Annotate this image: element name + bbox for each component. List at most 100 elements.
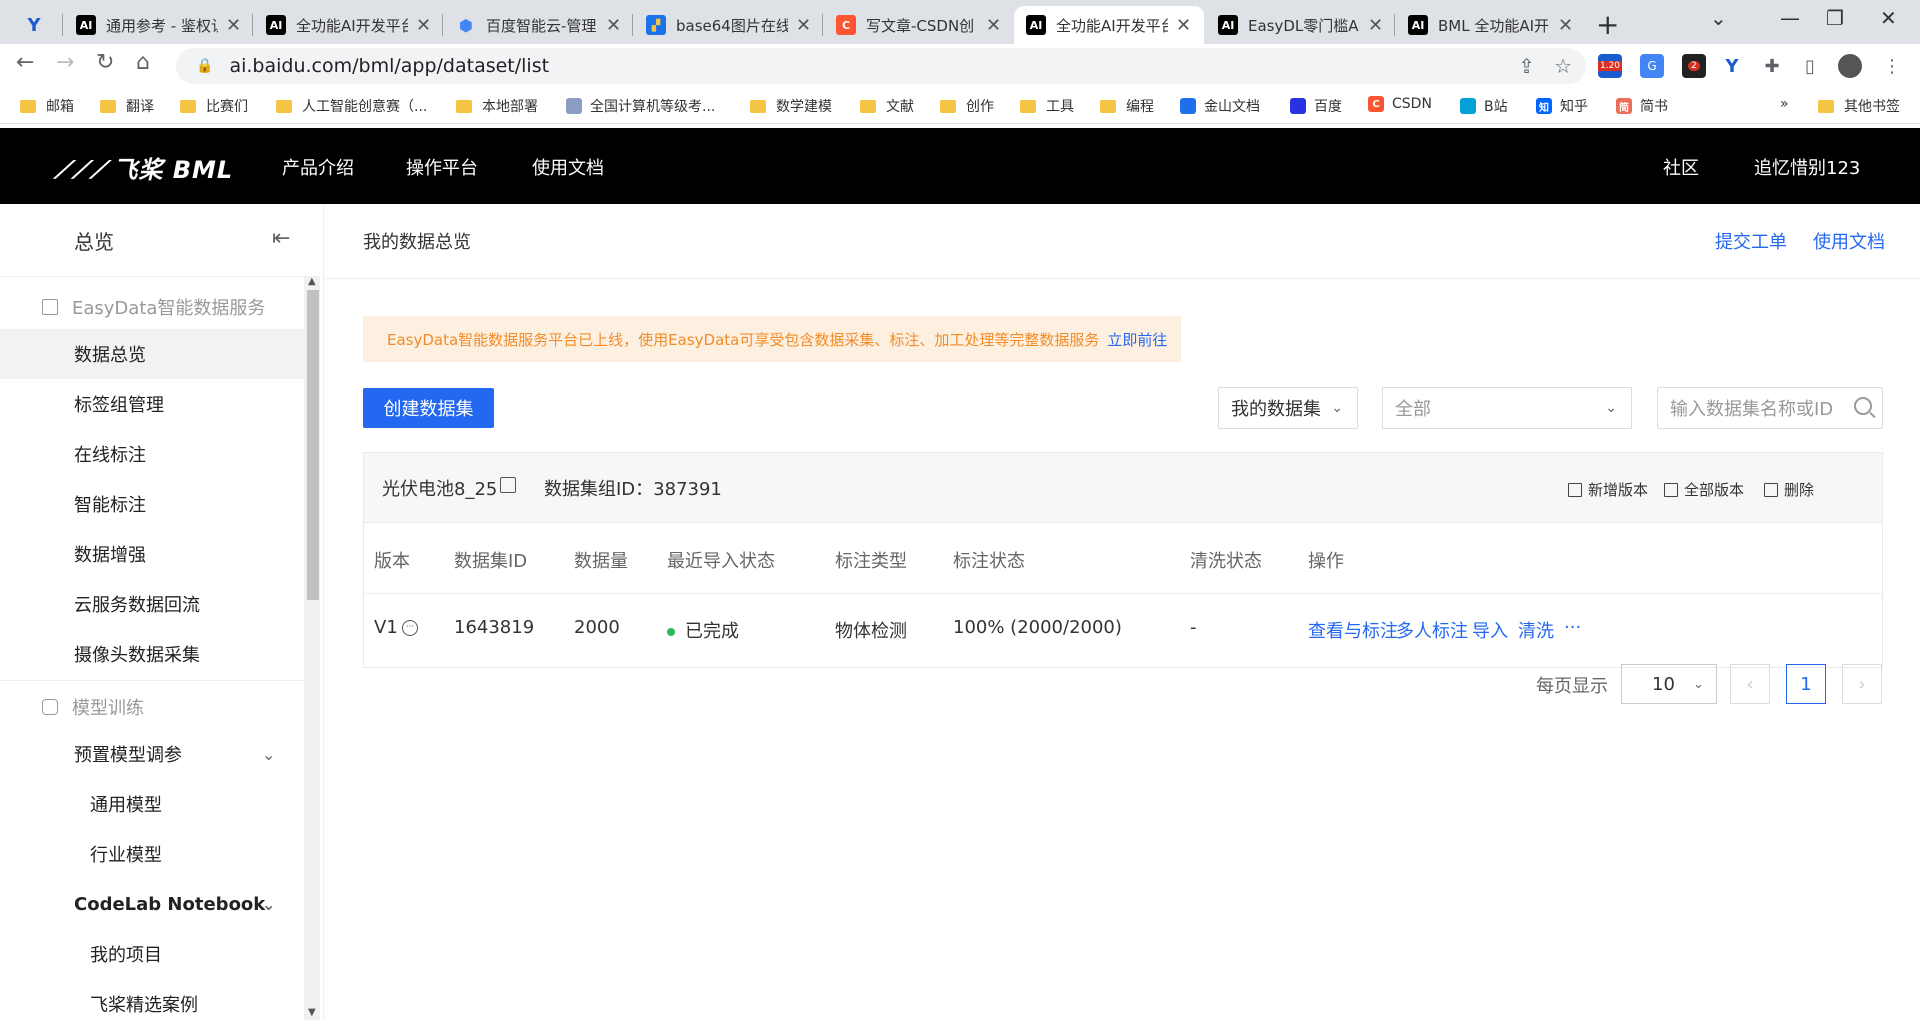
extension-y-icon[interactable]: Y [1720, 54, 1744, 78]
nav-product-intro[interactable]: 产品介绍 [282, 154, 354, 180]
scroll-up-icon[interactable]: ▲ [308, 276, 316, 287]
sidebar-item-data-augmentation[interactable]: 数据增强 [0, 529, 304, 579]
more-circle-icon[interactable]: ··· [401, 620, 418, 636]
import-link[interactable]: 导入 [1472, 617, 1508, 643]
bookmark-folder[interactable]: 工具 [1020, 96, 1074, 116]
browser-tab[interactable]: ⬢ 百度智能云-管理 ✕ [444, 6, 633, 44]
bookmark-folder[interactable]: 数学建模 [750, 96, 832, 116]
other-bookmarks[interactable]: 其他书签 [1818, 96, 1900, 116]
bookmark-folder[interactable]: 文献 [860, 96, 914, 116]
per-page-select[interactable]: 10 ⌄ [1621, 664, 1717, 704]
bookmark-folder[interactable]: 创作 [940, 96, 994, 116]
browser-tab-active[interactable]: AI 全功能AI开发平台 ✕ [1014, 6, 1204, 44]
sidebar-item-camera-collection[interactable]: 摄像头数据采集 [0, 629, 304, 679]
submit-ticket-link[interactable]: 提交工单 [1715, 228, 1787, 254]
browser-tab[interactable]: AI EasyDL零门槛AI ✕ [1206, 6, 1395, 44]
tab-close-icon[interactable]: ✕ [796, 15, 811, 36]
puzzle-icon[interactable]: ✚ [1760, 54, 1784, 78]
tab-close-icon[interactable]: ✕ [1176, 15, 1191, 36]
bookmark-folder[interactable]: 翻译 [100, 96, 154, 116]
sidebar-item-general-model[interactable]: 通用模型 [0, 779, 304, 829]
close-window-icon[interactable]: ✕ [1880, 6, 1897, 30]
tab-search-chevron-icon[interactable]: ⌄ [1710, 6, 1727, 30]
tab-close-icon[interactable]: ✕ [416, 15, 431, 36]
sidebar-scrollbar[interactable]: ▲ ▼ [304, 276, 320, 1020]
nav-platform[interactable]: 操作平台 [406, 154, 478, 180]
lock-icon[interactable]: 🔒 [196, 58, 213, 74]
bookmark-folder[interactable]: 邮箱 [20, 96, 74, 116]
bookmark-folder[interactable]: 本地部署 [456, 96, 538, 116]
dataset-scope-select[interactable]: 我的数据集 ⌄ [1218, 387, 1358, 429]
new-tab-icon[interactable]: + [1596, 8, 1619, 41]
sidebar-item-smart-labeling[interactable]: 智能标注 [0, 479, 304, 529]
minimize-icon[interactable]: — [1780, 6, 1800, 30]
username[interactable]: 追忆惜别123 [1754, 154, 1860, 180]
restore-icon[interactable]: ❐ [1826, 6, 1844, 30]
clean-link[interactable]: 清洗 [1518, 617, 1554, 643]
tab-close-icon[interactable]: ✕ [226, 15, 241, 36]
bookmark-link[interactable]: C CSDN [1368, 96, 1432, 112]
browser-tab[interactable]: ▞ base64图片在线 ✕ [634, 6, 823, 44]
dataset-type-select[interactable]: 全部 ⌄ [1382, 387, 1632, 429]
tab-close-icon[interactable]: ✕ [986, 15, 1001, 36]
notice-go-link[interactable]: 立即前往 [1107, 329, 1167, 350]
tab-close-icon[interactable]: ✕ [1368, 15, 1383, 36]
bookmarks-overflow[interactable]: » [1780, 96, 1789, 112]
page-number-button[interactable]: 1 [1786, 664, 1826, 704]
translate-icon[interactable]: G [1640, 54, 1664, 78]
bookmark-link[interactable]: B站 [1460, 96, 1508, 116]
sidebar-item-paddle-cases[interactable]: 飞桨精选案例 [0, 979, 304, 1020]
browser-tab[interactable]: Y [12, 6, 66, 44]
sidebar-item-label-groups[interactable]: 标签组管理 [0, 379, 304, 429]
browser-tab[interactable]: AI 通用参考 - 鉴权认 ✕ [64, 6, 253, 44]
extension-icon[interactable]: 1.20 [1597, 54, 1623, 78]
create-dataset-button[interactable]: 创建数据集 [363, 388, 494, 428]
bookmark-link[interactable]: 金山文档 [1180, 96, 1260, 116]
prev-page-button[interactable]: ‹ [1730, 664, 1770, 704]
bookmark-link[interactable]: 百度 [1290, 96, 1342, 116]
tab-close-icon[interactable]: ✕ [1558, 15, 1573, 36]
bookmark-link[interactable]: 全国计算机等级考... [566, 96, 715, 116]
bookmark-folder[interactable]: 人工智能创意赛（... [276, 96, 427, 116]
docs-link[interactable]: 使用文档 [1813, 228, 1885, 254]
next-page-button[interactable]: › [1842, 664, 1882, 704]
browser-tab[interactable]: AI 全功能AI开发平台 ✕ [254, 6, 443, 44]
menu-kebab-icon[interactable]: ⋮ [1880, 54, 1904, 78]
tab-close-icon[interactable]: ✕ [606, 15, 621, 36]
bookmark-link[interactable]: 知知乎 [1536, 96, 1588, 116]
sidebar-item-my-projects[interactable]: 我的项目 [0, 929, 304, 979]
scrollbar-thumb[interactable] [307, 290, 319, 600]
extension-icon[interactable]: 2 [1682, 54, 1706, 78]
bookmark-folder[interactable]: 比赛们 [180, 96, 248, 116]
sidebar-item-cloud-data-return[interactable]: 云服务数据回流 [0, 579, 304, 629]
scroll-down-icon[interactable]: ▼ [308, 1007, 316, 1018]
back-icon[interactable]: ← [16, 50, 34, 75]
edit-icon[interactable] [500, 477, 516, 493]
add-version-button[interactable]: 新增版本 [1568, 479, 1648, 500]
more-ops-icon[interactable]: ··· [1564, 617, 1581, 638]
community-link[interactable]: 社区 [1663, 154, 1699, 180]
search-icon[interactable] [1854, 397, 1872, 415]
all-versions-button[interactable]: 全部版本 [1664, 479, 1744, 500]
side-panel-icon[interactable]: ▯ [1798, 54, 1822, 78]
sidebar-item-data-overview[interactable]: 数据总览 [0, 329, 304, 379]
nav-docs[interactable]: 使用文档 [532, 154, 604, 180]
sidebar-item-online-labeling[interactable]: 在线标注 [0, 429, 304, 479]
home-icon[interactable]: ⌂ [136, 50, 150, 75]
avatar[interactable] [1838, 54, 1862, 78]
search-input[interactable]: 输入数据集名称或ID [1657, 387, 1883, 429]
multi-label-link[interactable]: 多人标注 [1396, 617, 1468, 643]
view-label-link[interactable]: 查看与标注 [1308, 617, 1398, 643]
address-bar[interactable]: 🔒 ai.baidu.com/bml/app/dataset/list ⇪ ☆ [176, 48, 1586, 84]
delete-button[interactable]: 删除 [1764, 479, 1814, 500]
bookmark-link[interactable]: 简简书 [1616, 96, 1668, 116]
forward-icon[interactable]: → [56, 50, 74, 75]
collapse-menu-icon[interactable]: ⇤ [272, 226, 290, 251]
browser-tab[interactable]: AI BML 全功能AI开 ✕ [1396, 6, 1585, 44]
sidebar-overview[interactable]: 总览 [74, 226, 114, 255]
browser-tab[interactable]: C 写文章-CSDN创 ✕ [824, 6, 1013, 44]
sidebar-item-codelab[interactable]: CodeLab Notebook ⌄ [0, 879, 304, 929]
reload-icon[interactable]: ↻ [96, 50, 114, 75]
sidebar-item-industry-model[interactable]: 行业模型 [0, 829, 304, 879]
logo[interactable]: ⟋⟋⟋ 飞桨 BML [54, 150, 233, 185]
